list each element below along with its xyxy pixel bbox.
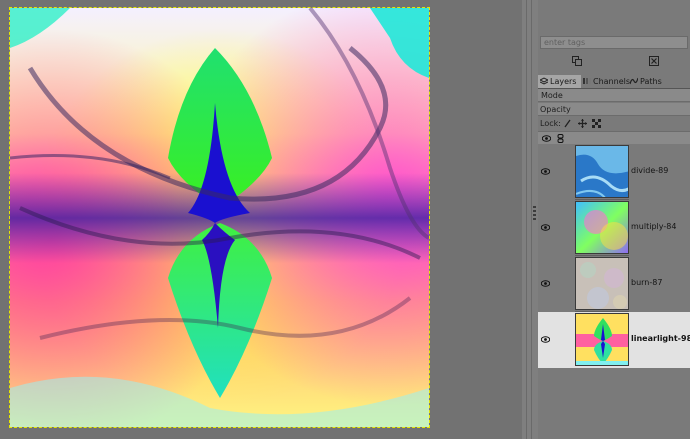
tab-label: Channels xyxy=(593,77,631,86)
lock-row: Lock: xyxy=(538,117,690,130)
tag-input[interactable] xyxy=(540,36,688,49)
visibility-header-icon xyxy=(542,135,551,142)
canvas-area[interactable] xyxy=(0,0,522,439)
lock-label: Lock: xyxy=(540,119,561,128)
layer-name[interactable]: burn-87 xyxy=(631,278,662,287)
layer-thumbnail[interactable] xyxy=(575,145,629,198)
eye-icon[interactable] xyxy=(541,168,550,175)
layers-icon xyxy=(540,77,548,85)
layer-name[interactable]: linearlight-98 xyxy=(631,334,690,343)
layer-thumbnail[interactable] xyxy=(575,201,629,254)
layer-row-selected[interactable]: linearlight-98 xyxy=(538,312,690,368)
lock-pixels-icon[interactable] xyxy=(563,119,572,128)
thumbnail-divider xyxy=(575,255,629,256)
layer-thumbnail[interactable] xyxy=(575,257,629,310)
separator-line xyxy=(531,0,532,439)
right-dock: Layers Channels Paths Mode Opacity Lock: xyxy=(538,0,690,439)
tag-button-bar xyxy=(538,51,690,71)
layer-row[interactable]: multiply-84 xyxy=(538,200,690,256)
chain-header-icon xyxy=(557,134,564,143)
channels-icon xyxy=(583,78,591,84)
tab-layers[interactable]: Layers xyxy=(538,75,581,88)
tab-channels[interactable]: Channels xyxy=(581,75,631,88)
layer-name[interactable]: multiply-84 xyxy=(631,222,676,231)
tab-label: Layers xyxy=(550,77,577,86)
clear-tags-icon[interactable] xyxy=(647,54,661,68)
tab-paths[interactable]: Paths xyxy=(628,75,668,88)
lock-position-icon[interactable] xyxy=(578,119,587,128)
paths-icon xyxy=(630,77,638,85)
thumbnail-divider xyxy=(575,199,629,200)
eye-icon[interactable] xyxy=(541,224,550,231)
layer-thumbnail[interactable] xyxy=(575,313,629,366)
opacity-label: Opacity xyxy=(540,105,571,114)
dock-top-area xyxy=(538,0,690,34)
mode-label: Mode xyxy=(541,91,563,100)
thumbnail-divider xyxy=(575,311,629,312)
eye-icon[interactable] xyxy=(541,336,550,343)
artwork-image[interactable] xyxy=(10,8,429,427)
lock-alpha-icon[interactable] xyxy=(592,119,601,128)
duplicate-icon[interactable] xyxy=(570,54,584,68)
layer-row[interactable]: divide-89 xyxy=(538,144,690,200)
dock-tabs: Layers Channels Paths xyxy=(538,75,690,89)
layer-row[interactable]: burn-87 xyxy=(538,256,690,312)
tab-label: Paths xyxy=(640,77,662,86)
image-canvas[interactable] xyxy=(9,7,430,428)
eye-icon[interactable] xyxy=(541,280,550,287)
opacity-slider[interactable]: Opacity xyxy=(538,103,690,116)
layer-list: divide-89 multiply-84 burn-87 linearligh… xyxy=(538,144,690,439)
dock-resize-handle[interactable] xyxy=(533,206,536,220)
layer-name[interactable]: divide-89 xyxy=(631,166,668,175)
mode-selector[interactable]: Mode xyxy=(538,89,690,102)
separator-line xyxy=(526,0,527,439)
